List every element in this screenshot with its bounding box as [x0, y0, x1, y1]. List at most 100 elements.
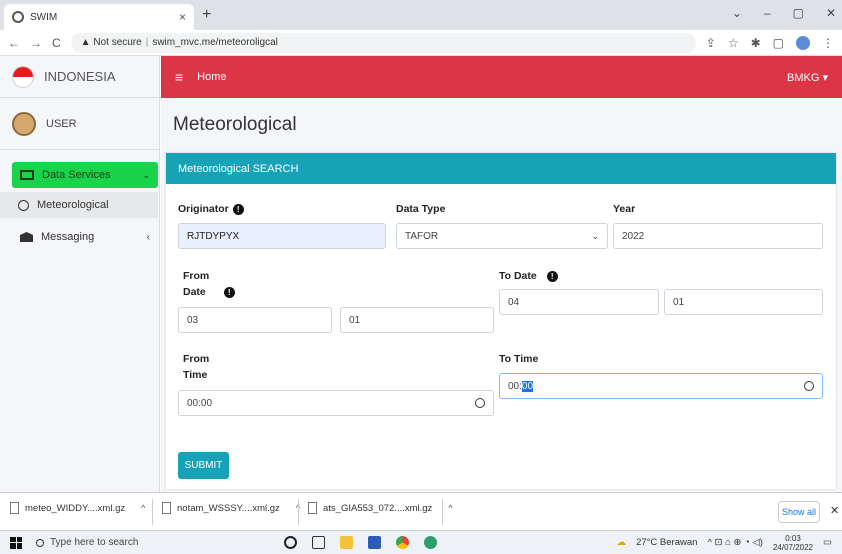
from-time-value: 00:00: [187, 397, 213, 409]
address-bar-actions: ⇪ ☆ ✱ ▢ ⋮: [706, 35, 834, 50]
not-secure-badge[interactable]: ▲ Not secure: [81, 37, 142, 48]
weather-text[interactable]: 27°C Berawan: [636, 537, 697, 548]
year-value: 2022: [622, 230, 645, 242]
minimize-button[interactable]: –: [764, 6, 771, 20]
menu-toggle-icon[interactable]: ≡: [175, 69, 183, 85]
sidebar-item-label: Data Services: [42, 169, 111, 181]
originator-label-text: Originator: [178, 203, 229, 215]
word-icon[interactable]: [368, 536, 381, 549]
user-panel[interactable]: USER: [0, 98, 160, 150]
close-downloads-button[interactable]: ✕: [830, 504, 839, 517]
address-bar-row: ← → C ▲ Not secure | swim_mvc.me/meteoro…: [0, 30, 842, 56]
file-icon: [162, 502, 171, 514]
chevron-up-icon[interactable]: ^: [141, 503, 145, 513]
hs-app-icon[interactable]: [424, 536, 437, 549]
windows-taskbar: Type here to search ☁ 27°C Berawan ^ ⊡ ⌂…: [0, 530, 842, 554]
url-separator: |: [145, 37, 149, 48]
to-day-value: 01: [673, 296, 685, 308]
info-icon[interactable]: !: [546, 270, 558, 282]
file-icon: [10, 502, 19, 514]
sidebar-item-meteorological[interactable]: Meteorological: [0, 192, 158, 218]
bookmark-star-icon[interactable]: ☆: [728, 36, 739, 50]
cortana-icon[interactable]: [284, 536, 297, 549]
submit-button[interactable]: SUBMIT: [178, 452, 229, 479]
divider: [298, 499, 299, 525]
back-button[interactable]: ←: [8, 36, 20, 50]
sidebar-item-messaging[interactable]: Messaging ‹: [12, 224, 158, 250]
divider: [442, 499, 443, 525]
clock[interactable]: 0:03 24/07/2022: [773, 534, 813, 552]
browser-menu-icon[interactable]: ⋮: [822, 36, 834, 50]
windows-start-icon[interactable]: [10, 536, 22, 549]
maximize-button[interactable]: ▢: [793, 6, 804, 20]
year-label: Year: [613, 203, 636, 215]
clock-date: 24/07/2022: [772, 542, 814, 552]
sidebar-item-data-services[interactable]: Data Services ⌄: [12, 162, 158, 188]
home-link[interactable]: Home: [197, 71, 226, 83]
tab-close-button[interactable]: ×: [179, 10, 186, 24]
taskbar-search[interactable]: Type here to search: [36, 537, 236, 548]
download-filename: ats_GIA553_072....xml.gz: [323, 502, 433, 514]
forward-button[interactable]: →: [30, 36, 42, 50]
clock-time: 0:03: [785, 533, 801, 543]
browser-tab-bar: SWIM × + ⌄ – ▢ ✕: [0, 0, 842, 30]
url-input[interactable]: ▲ Not secure | swim_mvc.me/meteoroligcal: [70, 32, 696, 53]
from-date-label-text: Date: [183, 286, 206, 298]
side-panel-icon[interactable]: ▢: [773, 36, 784, 50]
download-item[interactable]: ats_GIA553_072....xml.gz ^: [308, 502, 453, 514]
circle-icon: [18, 199, 29, 211]
envelope-open-icon: [20, 232, 33, 242]
from-time-label-2: Time: [183, 369, 208, 381]
brand-text: INDONESIA: [44, 69, 116, 84]
user-menu-dropdown[interactable]: BMKG ▾: [787, 71, 828, 84]
tab-title: SWIM: [30, 11, 58, 23]
clock-icon[interactable]: [804, 381, 814, 391]
download-item[interactable]: notam_WSSSY....xml.gz ^: [162, 502, 300, 514]
clock-icon[interactable]: [475, 398, 485, 408]
year-input[interactable]: 2022: [613, 223, 823, 249]
download-filename: meteo_WIDDY....xml.gz: [25, 502, 126, 514]
info-icon[interactable]: !: [223, 286, 235, 298]
download-item[interactable]: meteo_WIDDY....xml.gz ^: [10, 502, 145, 514]
browser-tab[interactable]: SWIM ×: [4, 4, 194, 30]
sidebar-item-label: Meteorological: [37, 199, 109, 211]
from-day-input[interactable]: 01: [340, 307, 494, 333]
close-window-button[interactable]: ✕: [826, 6, 836, 20]
to-time-input[interactable]: 00: 00: [499, 373, 823, 399]
card-header: Meteorological SEARCH: [166, 153, 836, 184]
sidebar: INDONESIA USER Data Services ⌄ Meteorolo…: [0, 56, 160, 492]
task-view-icon[interactable]: [312, 536, 325, 549]
info-icon[interactable]: !: [232, 203, 244, 215]
search-card: Meteorological SEARCH Originator! RJTDYP…: [166, 153, 836, 489]
share-icon[interactable]: ⇪: [706, 36, 716, 50]
user-name: USER: [46, 117, 77, 130]
data-type-select[interactable]: TAFOR ⌄: [396, 223, 608, 249]
new-tab-button[interactable]: +: [202, 6, 211, 24]
tray-icons[interactable]: ^ ⊡ ⌂ ⊕ ◔ ◁): [707, 537, 763, 548]
content-area: Meteorological Meteorological SEARCH Ori…: [161, 98, 842, 492]
profile-avatar[interactable]: [796, 35, 810, 50]
brand-link[interactable]: INDONESIA: [0, 56, 160, 98]
to-time-minutes-selected: 00: [521, 380, 534, 392]
notification-icon[interactable]: ▭: [823, 537, 832, 548]
to-month-input[interactable]: 04: [499, 289, 659, 315]
to-day-input[interactable]: 01: [664, 289, 823, 315]
weather-icon: ☁: [616, 537, 627, 548]
chevron-down-icon: ⌄: [142, 169, 150, 180]
chevron-up-icon[interactable]: ^: [448, 503, 452, 513]
divider: [152, 499, 153, 525]
window-controls: ⌄ – ▢ ✕: [732, 6, 836, 20]
chrome-icon[interactable]: [396, 536, 409, 549]
file-explorer-icon[interactable]: [340, 536, 353, 549]
to-time-label: To Time: [499, 353, 539, 365]
to-date-label: To Date!: [499, 268, 558, 284]
extensions-icon[interactable]: ✱: [751, 36, 761, 50]
top-navbar: ≡ Home BMKG ▾: [161, 56, 842, 98]
search-placeholder: Type here to search: [50, 537, 139, 548]
originator-input[interactable]: RJTDYPYX: [178, 223, 386, 249]
reload-button[interactable]: C: [52, 36, 61, 50]
show-all-button[interactable]: Show all: [778, 501, 820, 523]
tab-search-icon[interactable]: ⌄: [732, 6, 742, 20]
from-time-input[interactable]: 00:00: [178, 390, 494, 416]
from-month-input[interactable]: 03: [178, 307, 332, 333]
